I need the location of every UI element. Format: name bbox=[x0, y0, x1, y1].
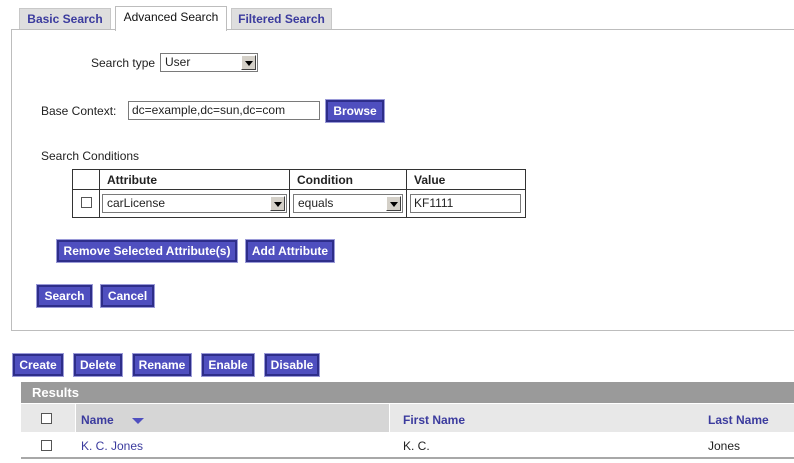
column-header-value: Value bbox=[414, 173, 446, 187]
row-checkbox[interactable] bbox=[41, 440, 52, 451]
base-context-label: Base Context: bbox=[41, 104, 117, 118]
search-conditions-label: Search Conditions bbox=[41, 149, 140, 163]
condition-row-checkbox[interactable] bbox=[81, 197, 92, 208]
result-last-name: Jones bbox=[708, 439, 741, 453]
browse-button[interactable]: Browse bbox=[325, 99, 385, 123]
sort-descending-icon[interactable] bbox=[132, 418, 144, 424]
disable-button[interactable]: Disable bbox=[264, 353, 320, 377]
column-divider bbox=[406, 170, 407, 217]
result-name-link[interactable]: K. C. Jones bbox=[81, 439, 143, 453]
tab-advanced-search[interactable]: Advanced Search bbox=[115, 6, 227, 31]
column-header-condition: Condition bbox=[297, 173, 353, 187]
select-all-checkbox[interactable] bbox=[41, 413, 52, 424]
tab-filtered-search[interactable]: Filtered Search bbox=[231, 8, 332, 30]
chevron-down-icon[interactable] bbox=[241, 55, 256, 70]
search-button[interactable]: Search bbox=[36, 284, 93, 308]
column-header-attribute: Attribute bbox=[107, 173, 157, 187]
condition-value: equals bbox=[298, 196, 334, 210]
create-button[interactable]: Create bbox=[12, 353, 64, 377]
delete-button[interactable]: Delete bbox=[73, 353, 123, 377]
search-type-label: Search type bbox=[91, 56, 156, 70]
results-bottom-divider bbox=[21, 457, 794, 459]
column-header-last-name[interactable]: Last Name bbox=[708, 413, 769, 427]
tab-basic-search[interactable]: Basic Search bbox=[19, 8, 111, 30]
search-type-select[interactable]: User bbox=[160, 53, 258, 72]
result-first-name: K. C. bbox=[403, 439, 430, 453]
condition-select[interactable]: equals bbox=[293, 194, 403, 213]
rename-button[interactable]: Rename bbox=[132, 353, 192, 377]
results-header-name-cell[interactable] bbox=[76, 404, 389, 432]
column-divider bbox=[289, 170, 290, 217]
enable-button[interactable]: Enable bbox=[201, 353, 255, 377]
search-type-value: User bbox=[165, 55, 191, 69]
results-title-bar: Results bbox=[21, 382, 794, 403]
chevron-down-icon[interactable] bbox=[386, 196, 401, 211]
attribute-select[interactable]: carLicense bbox=[102, 194, 287, 213]
add-attribute-button[interactable]: Add Attribute bbox=[245, 239, 335, 263]
cancel-button[interactable]: Cancel bbox=[100, 284, 155, 308]
condition-value-input[interactable]: KF1111 bbox=[410, 194, 521, 213]
remove-selected-attributes-button[interactable]: Remove Selected Attribute(s) bbox=[56, 239, 238, 263]
column-header-name[interactable]: Name bbox=[81, 413, 114, 427]
base-context-input[interactable]: dc=example,dc=sun,dc=com bbox=[128, 101, 320, 120]
chevron-down-icon[interactable] bbox=[270, 196, 285, 211]
attribute-value: carLicense bbox=[107, 196, 166, 210]
column-header-first-name[interactable]: First Name bbox=[403, 413, 465, 427]
column-divider bbox=[99, 170, 100, 217]
